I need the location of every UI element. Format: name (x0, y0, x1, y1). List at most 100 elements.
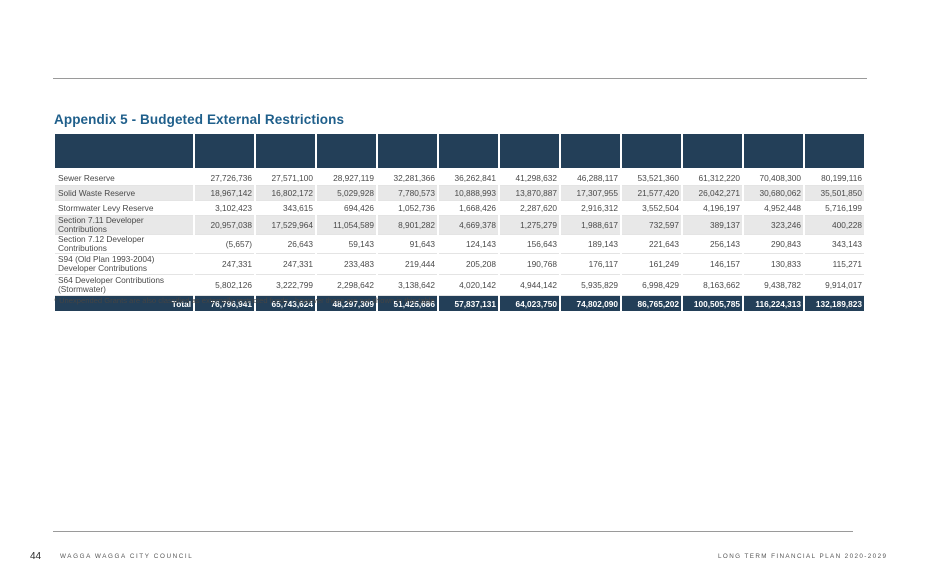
header-cell (195, 134, 254, 171)
row-label: Sewer Reserve (55, 171, 193, 186)
row-label: Solid Waste Reserve (55, 186, 193, 201)
value-cell: 59,143 (317, 235, 376, 254)
value-cell: 8,901,282 (378, 216, 437, 235)
value-cell: 4,944,142 (500, 275, 559, 296)
value-cell: 233,483 (317, 254, 376, 275)
table-header-row (55, 134, 864, 171)
total-cell: 100,505,785 (683, 296, 742, 311)
value-cell: 4,196,197 (683, 201, 742, 216)
value-cell: 8,163,662 (683, 275, 742, 296)
value-cell: 27,726,736 (195, 171, 254, 186)
value-cell: 80,199,116 (805, 171, 864, 186)
value-cell: 343,143 (805, 235, 864, 254)
value-cell: 389,137 (683, 216, 742, 235)
value-cell: 247,331 (256, 254, 315, 275)
total-cell: 74,802,090 (561, 296, 620, 311)
value-cell: 247,331 (195, 254, 254, 275)
value-cell: 190,768 (500, 254, 559, 275)
value-cell: 9,914,017 (805, 275, 864, 296)
value-cell: 400,228 (805, 216, 864, 235)
total-cell: 86,765,202 (622, 296, 681, 311)
value-cell: 343,615 (256, 201, 315, 216)
value-cell: 17,307,955 (561, 186, 620, 201)
top-divider (53, 78, 867, 79)
value-cell: 35,501,850 (805, 186, 864, 201)
value-cell: 7,780,573 (378, 186, 437, 201)
value-cell: 41,298,632 (500, 171, 559, 186)
header-cell (256, 134, 315, 171)
value-cell: 11,054,589 (317, 216, 376, 235)
value-cell: 18,967,142 (195, 186, 254, 201)
total-cell: 64,023,750 (500, 296, 559, 311)
page-title: Appendix 5 - Budgeted External Restricti… (54, 112, 345, 127)
table-row: Solid Waste Reserve 18,967,142 16,802,172 5… (55, 186, 864, 201)
table-row: S64 Developer Contributions (Stormwater)… (55, 275, 864, 296)
table-row: Section 7.12 Developer Contributions (5,6… (55, 235, 864, 254)
value-cell: 161,249 (622, 254, 681, 275)
value-cell: 9,438,782 (744, 275, 803, 296)
bottom-divider (53, 531, 853, 532)
value-cell: 46,288,117 (561, 171, 620, 186)
total-cell: 116,224,313 (744, 296, 803, 311)
table-row: Sewer Reserve 27,726,736 27,571,100 28,927,… (55, 171, 864, 186)
value-cell: 2,916,312 (561, 201, 620, 216)
value-cell: 219,444 (378, 254, 437, 275)
value-cell: 176,117 (561, 254, 620, 275)
value-cell: 2,298,642 (317, 275, 376, 296)
value-cell: 256,143 (683, 235, 742, 254)
value-cell: 70,408,300 (744, 171, 803, 186)
value-cell: 5,802,126 (195, 275, 254, 296)
plan-title: LONG TERM FINANCIAL PLAN 2020-2029 (718, 553, 888, 560)
value-cell: 130,833 (744, 254, 803, 275)
value-cell: 156,643 (500, 235, 559, 254)
page-number: 44 (30, 551, 42, 562)
value-cell: 53,521,360 (622, 171, 681, 186)
header-cell (439, 134, 498, 171)
value-cell: 3,138,642 (378, 275, 437, 296)
value-cell: 1,275,279 (500, 216, 559, 235)
row-label: Section 7.12 Developer Contributions (55, 235, 193, 254)
value-cell: 205,208 (439, 254, 498, 275)
header-cell (500, 134, 559, 171)
restrictions-table: Sewer Reserve 27,726,736 27,571,100 28,927,… (53, 134, 866, 311)
value-cell: 21,577,420 (622, 186, 681, 201)
row-label: Stormwater Levy Reserve (55, 201, 193, 216)
table-row: Stormwater Levy Reserve 3,102,423 343,615 6… (55, 201, 864, 216)
value-cell: 115,271 (805, 254, 864, 275)
total-cell: 57,837,131 (439, 296, 498, 311)
table-row: Section 7.11 Developer Contributions 20,9… (55, 216, 864, 235)
value-cell: 694,426 (317, 201, 376, 216)
value-cell: 17,529,964 (256, 216, 315, 235)
header-cell (683, 134, 742, 171)
value-cell: 13,870,887 (500, 186, 559, 201)
value-cell: 26,042,271 (683, 186, 742, 201)
value-cell: 26,643 (256, 235, 315, 254)
value-cell: 221,643 (622, 235, 681, 254)
value-cell: 4,952,448 (744, 201, 803, 216)
footnote: * Unexpended Grants are also classified … (54, 296, 435, 305)
value-cell: 36,262,841 (439, 171, 498, 186)
total-cell: 132,189,823 (805, 296, 864, 311)
value-cell: 124,143 (439, 235, 498, 254)
value-cell: 2,287,620 (500, 201, 559, 216)
value-cell: 4,020,142 (439, 275, 498, 296)
value-cell: 5,716,199 (805, 201, 864, 216)
header-cell (561, 134, 620, 171)
value-cell: 323,246 (744, 216, 803, 235)
row-label: Section 7.11 Developer Contributions (55, 216, 193, 235)
value-cell: 6,998,429 (622, 275, 681, 296)
header-cell (744, 134, 803, 171)
value-cell: 3,222,799 (256, 275, 315, 296)
value-cell: 32,281,366 (378, 171, 437, 186)
value-cell: 61,312,220 (683, 171, 742, 186)
row-label: S94 (Old Plan 1993-2004) Developer Contr… (55, 254, 193, 275)
value-cell: 10,888,993 (439, 186, 498, 201)
value-cell: 3,552,504 (622, 201, 681, 216)
value-cell: 5,935,829 (561, 275, 620, 296)
value-cell: 4,669,378 (439, 216, 498, 235)
header-cell (378, 134, 437, 171)
value-cell: 1,668,426 (439, 201, 498, 216)
header-cell (622, 134, 681, 171)
value-cell: 146,157 (683, 254, 742, 275)
value-cell: 732,597 (622, 216, 681, 235)
